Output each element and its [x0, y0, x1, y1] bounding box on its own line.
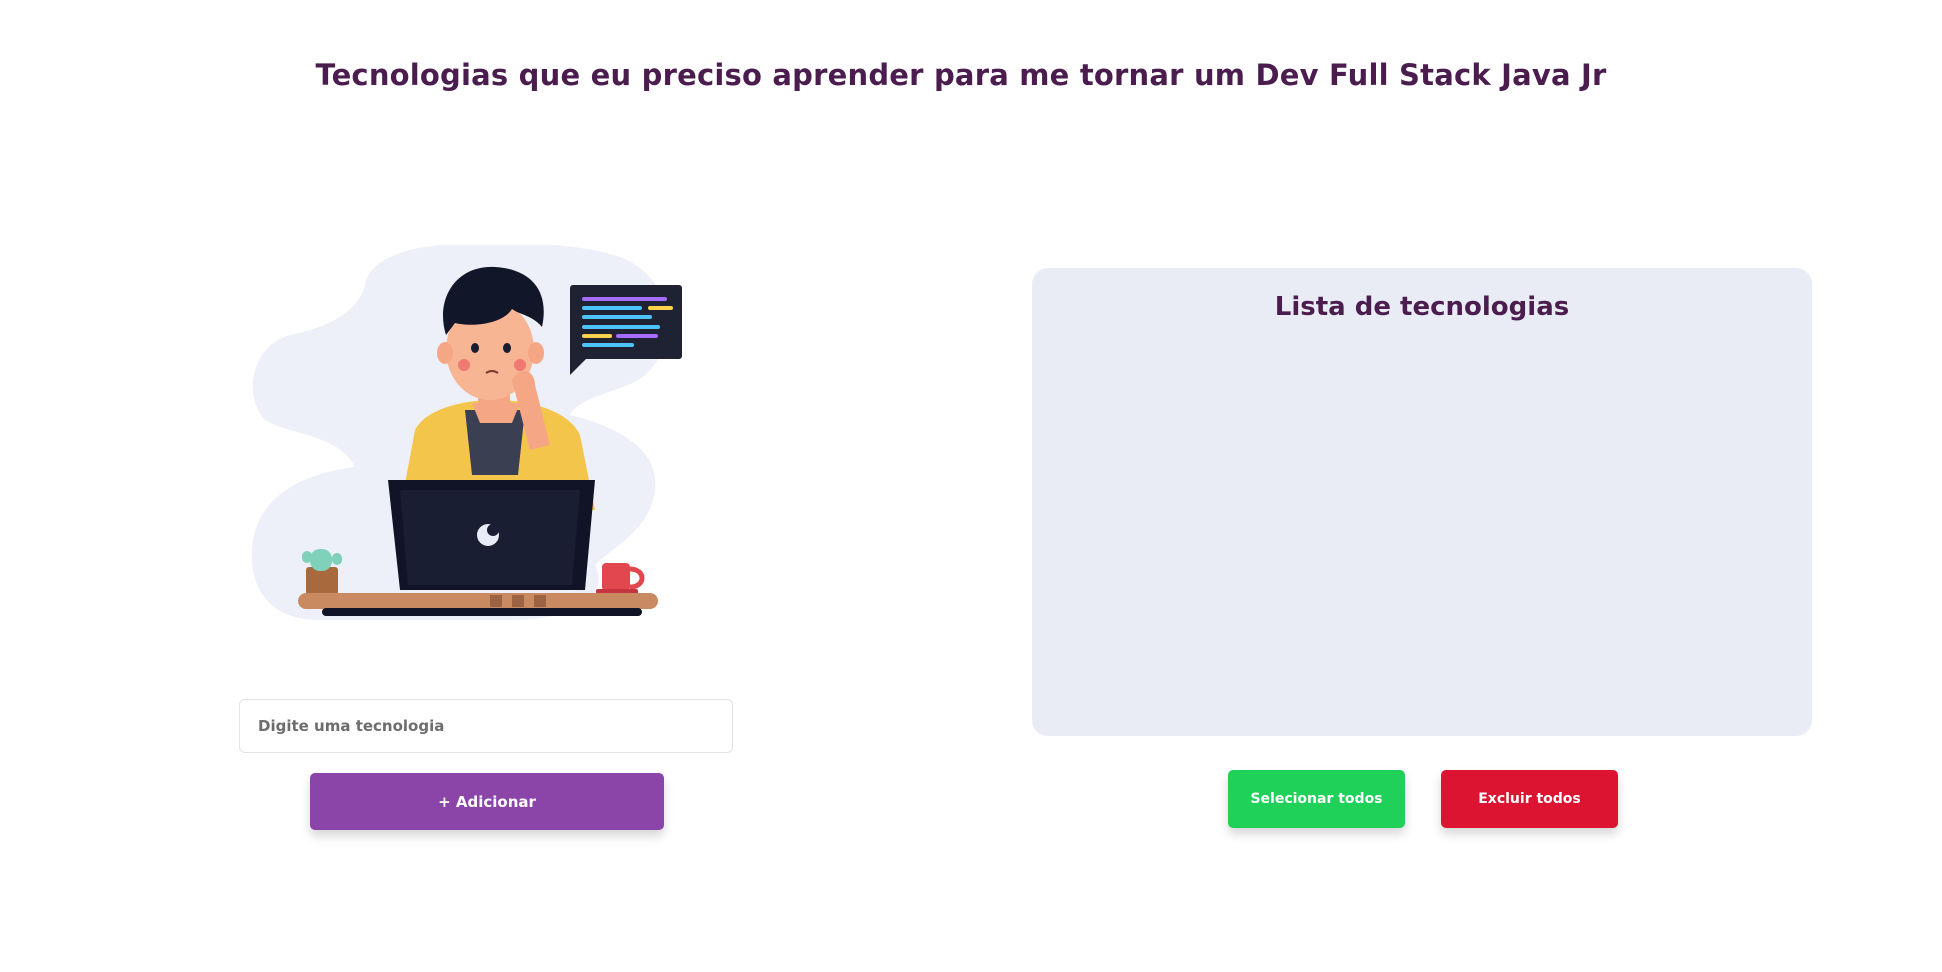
- select-all-button[interactable]: Selecionar todos: [1228, 770, 1405, 828]
- page-title: Tecnologias que eu preciso aprender para…: [315, 58, 1607, 92]
- cactus-plant-icon: [302, 549, 342, 595]
- coffee-cup-icon: [596, 563, 645, 594]
- technology-input[interactable]: [239, 699, 733, 753]
- list-title: Lista de tecnologias: [1274, 292, 1570, 322]
- developer-illustration: [251, 245, 682, 620]
- add-technology-button[interactable]: + Adicionar: [310, 773, 664, 830]
- delete-all-button[interactable]: Excluir todos: [1441, 770, 1618, 828]
- technology-list-panel: Lista de tecnologias: [1032, 268, 1812, 736]
